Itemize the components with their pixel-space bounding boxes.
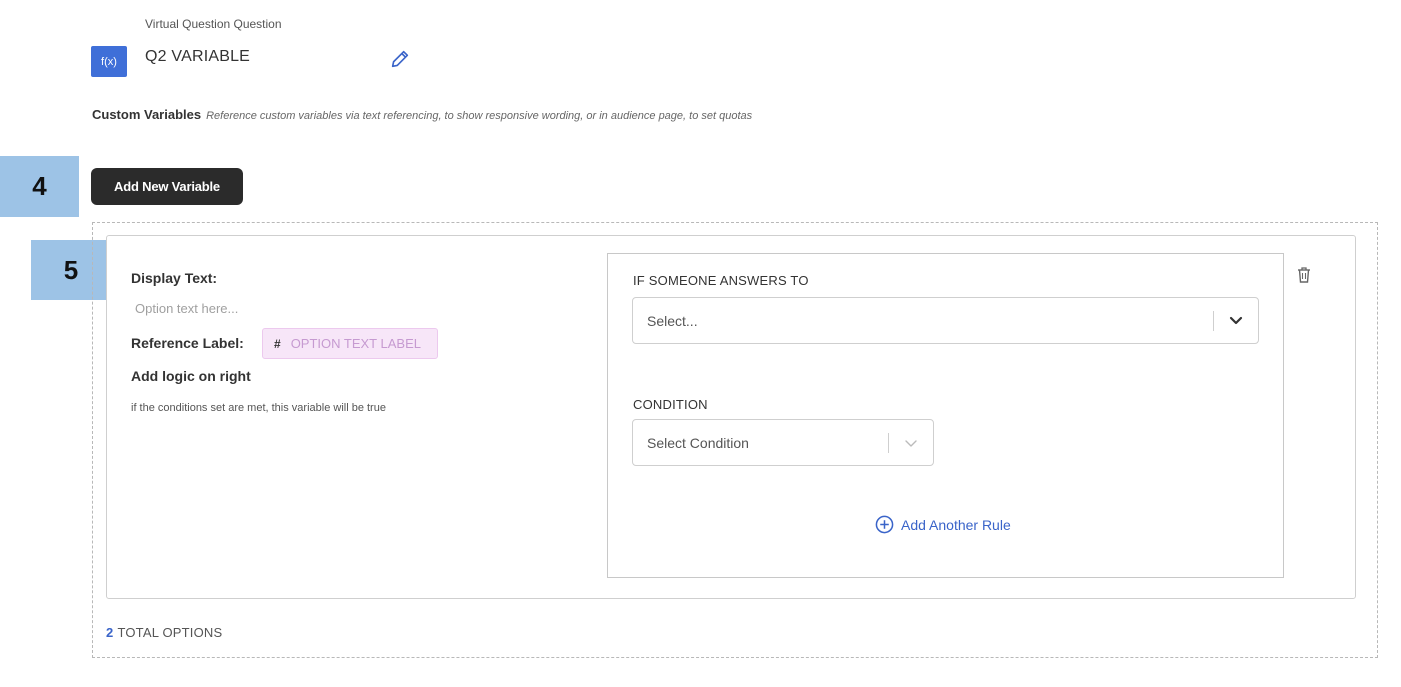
reference-label-input[interactable]: # OPTION TEXT LABEL (262, 328, 438, 359)
add-logic-title: Add logic on right (131, 368, 251, 384)
add-logic-description: if the conditions set are met, this vari… (131, 402, 386, 414)
plus-circle-icon (875, 515, 894, 534)
chevron-down-icon[interactable] (889, 438, 933, 448)
question-type-label: Virtual Question Question (145, 17, 282, 31)
custom-variables-title: Custom Variables (92, 107, 202, 122)
custom-variables-header: Custom Variables Reference custom variabl… (92, 107, 752, 122)
display-text-label: Display Text: (131, 270, 218, 286)
answers-to-select[interactable]: Select... (632, 297, 1259, 344)
display-text-input[interactable] (131, 298, 381, 318)
question-title: Q2 VARIABLE (145, 48, 251, 65)
answers-to-label: IF SOMEONE ANSWERS TO (633, 273, 809, 288)
add-another-rule-label: Add Another Rule (901, 516, 1011, 533)
step-badge-4: 4 (0, 156, 79, 217)
reference-label-title: Reference Label: (131, 335, 244, 351)
total-options: 2 TOTAL OPTIONS (106, 625, 222, 640)
answers-to-select-value: Select... (647, 312, 698, 329)
chevron-down-icon[interactable] (1214, 316, 1258, 326)
pencil-icon[interactable] (389, 48, 411, 70)
function-icon: f(x) (91, 46, 127, 77)
condition-label: CONDITION (633, 397, 708, 412)
trash-icon[interactable] (1296, 266, 1312, 284)
total-options-label: TOTAL OPTIONS (117, 625, 223, 640)
reference-label-placeholder: OPTION TEXT LABEL (290, 336, 421, 351)
total-options-count: 2 (106, 625, 114, 640)
condition-select[interactable]: Select Condition (632, 419, 934, 466)
add-another-rule-link[interactable]: Add Another Rule (875, 515, 1011, 534)
hash-icon: # (274, 336, 281, 351)
condition-select-value: Select Condition (647, 434, 749, 451)
custom-variables-description: Reference custom variables via text refe… (206, 110, 753, 122)
add-new-variable-button[interactable]: Add New Variable (91, 168, 243, 205)
